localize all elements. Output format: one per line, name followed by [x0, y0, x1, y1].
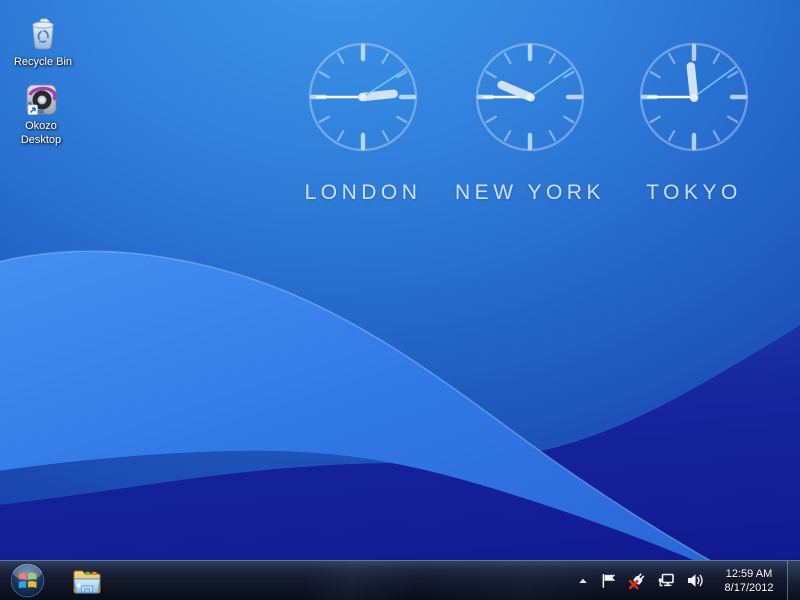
action-center-button[interactable]	[598, 569, 618, 593]
volume-button[interactable]	[685, 569, 705, 593]
chevron-up-icon	[579, 578, 587, 583]
start-button[interactable]	[8, 562, 46, 600]
minute-hand	[647, 95, 697, 99]
taskbar-date: 8/17/2012	[724, 581, 774, 594]
recycle-bin-icon	[32, 18, 54, 50]
speaker-icon	[687, 574, 703, 587]
clock-city-label: LONDON	[304, 181, 422, 204]
show-desktop-button[interactable]	[787, 561, 800, 600]
desktop-icon-okozo-desktop[interactable]: Okozo Desktop	[8, 83, 74, 147]
clock-face-london	[308, 42, 418, 152]
world-clock-newyork: NEW YORK	[455, 40, 600, 205]
second-hand	[527, 66, 573, 100]
taskbar: 12:59 AM 8/17/2012	[0, 560, 800, 600]
second-hand	[691, 66, 737, 100]
clock-city-label: NEW YORK	[455, 181, 605, 204]
clock-face-tokyo	[639, 42, 749, 152]
clock-hub	[359, 93, 367, 101]
okozo-desktop-icon	[26, 84, 57, 115]
desktop: Recycle Bin Okozo Desktop LONDON NEW YOR…	[0, 0, 800, 600]
system-tray: 12:59 AM 8/17/2012	[577, 561, 780, 600]
explorer-taskbar-button[interactable]	[70, 563, 104, 599]
taskbar-clock[interactable]: 12:59 AM 8/17/2012	[718, 567, 780, 595]
power-status-button[interactable]	[627, 569, 647, 593]
network-status-button[interactable]	[656, 569, 676, 593]
world-clock-london: LONDON	[304, 40, 422, 205]
network-icon	[658, 573, 674, 587]
world-clock-tokyo: TOKYO	[637, 40, 751, 205]
recycle-bin-label: Recycle Bin	[13, 56, 73, 68]
start-orb-icon	[9, 562, 45, 599]
explorer-folder-icon	[73, 570, 101, 593]
clock-face-newyork	[475, 42, 585, 152]
clock-hub	[526, 93, 534, 101]
clock-hub	[690, 93, 698, 101]
power-plug-error-icon	[628, 573, 644, 590]
okozo-label-line1: Okozo	[25, 120, 57, 132]
show-hidden-icons-button[interactable]	[577, 569, 589, 593]
desktop-icon-recycle-bin[interactable]: Recycle Bin	[10, 15, 76, 69]
okozo-label-line2: Desktop	[20, 134, 62, 146]
clock-city-label: TOKYO	[646, 181, 742, 204]
taskbar-time: 12:59 AM	[725, 567, 773, 580]
flag-icon	[602, 573, 616, 588]
